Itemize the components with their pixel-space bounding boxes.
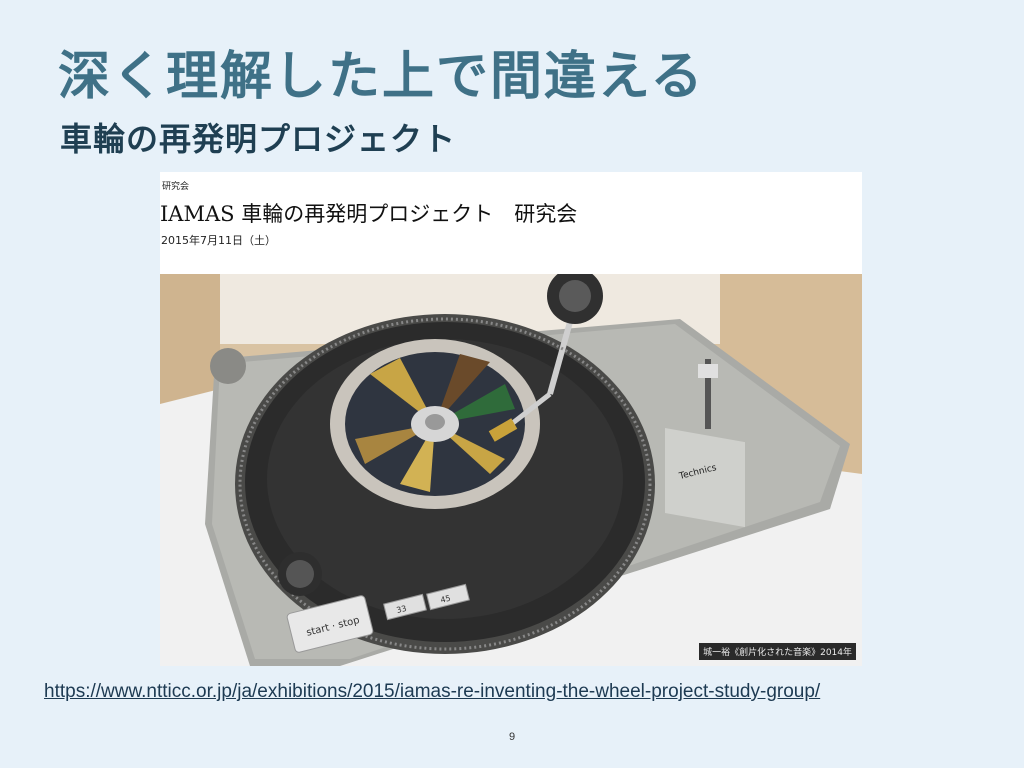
photo-caption: 城一裕《創片化された音楽》2014年 bbox=[699, 643, 856, 660]
pitch-slider bbox=[665, 428, 745, 528]
slide-subtitle: 車輪の再発明プロジェクト bbox=[60, 120, 457, 158]
card-date: 2015年7月11日（土） bbox=[161, 234, 276, 247]
card-category: 研究会 bbox=[162, 182, 190, 192]
web-page-card: 研究会 IAMAS 車輪の再発明プロジェクト 研究会 2015年7月11日（土） bbox=[160, 172, 862, 666]
slide-title: 深く理解した上で間違える bbox=[58, 47, 705, 107]
card-header: 研究会 IAMAS 車輪の再発明プロジェクト 研究会 2015年7月11日（土） bbox=[160, 172, 862, 272]
page-number: 9 bbox=[508, 731, 516, 743]
card-title: IAMAS 車輪の再発明プロジェクト 研究会 bbox=[160, 202, 578, 226]
source-link[interactable]: https://www.ntticc.or.jp/ja/exhibitions/… bbox=[44, 681, 820, 703]
turntable-photo: Technics start · stop 33 45 城一裕《創片化された音楽… bbox=[160, 274, 862, 666]
